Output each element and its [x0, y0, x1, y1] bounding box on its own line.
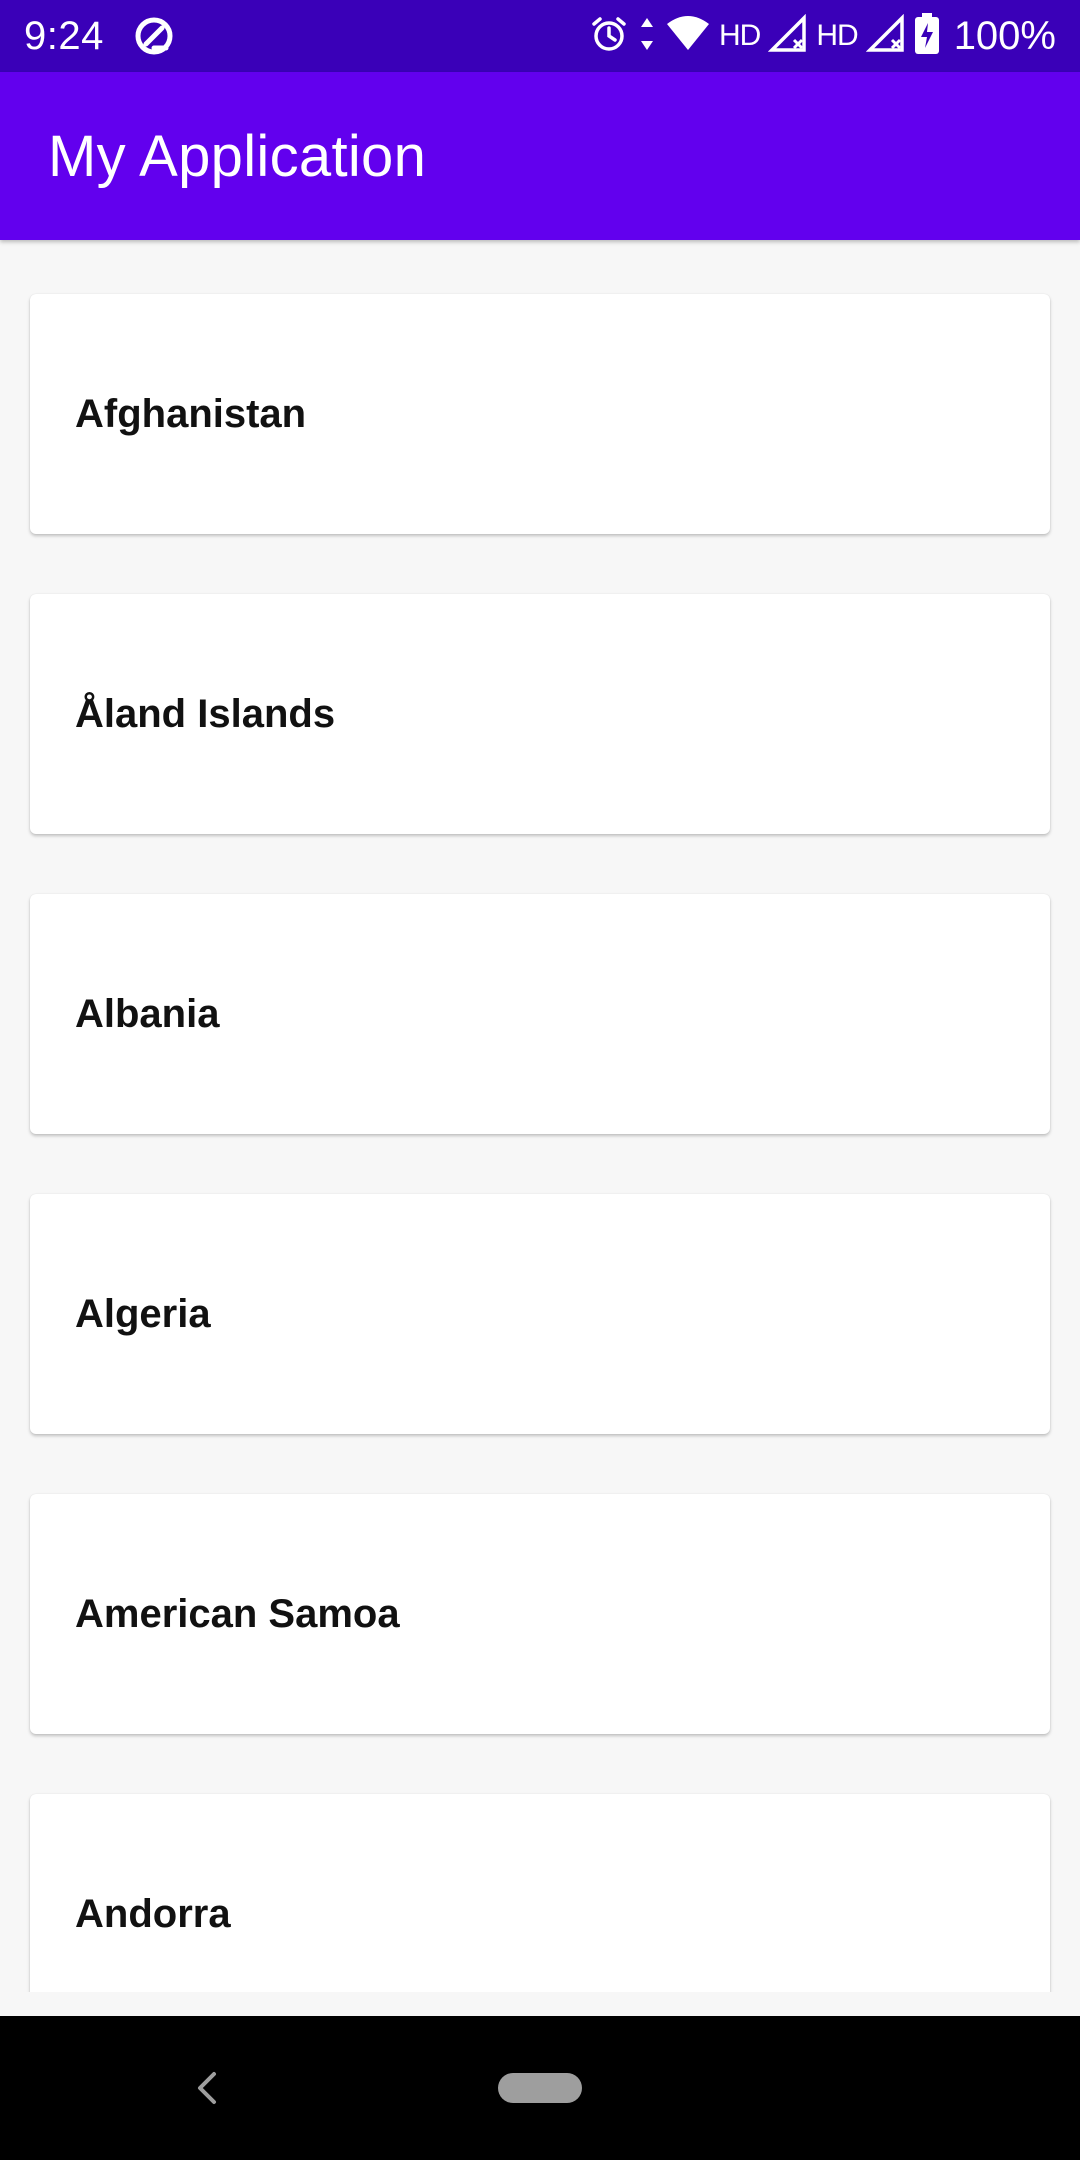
navigation-bar — [0, 2016, 1080, 2160]
list-item-label: Albania — [75, 991, 220, 1036]
country-list[interactable]: Afghanistan Åland Islands Albania Algeri… — [0, 240, 1080, 1992]
home-pill-icon[interactable] — [498, 2073, 582, 2103]
list-item-label: American Samoa — [75, 1591, 400, 1636]
battery-charging-icon — [914, 12, 940, 60]
data-saver-icon — [132, 14, 176, 58]
status-time: 9:24 — [24, 13, 104, 58]
list-item-label: Afghanistan — [75, 391, 307, 436]
list-item[interactable]: Andorra — [30, 1794, 1050, 1992]
signal-icon — [768, 13, 808, 59]
hd-label-1: HD — [719, 19, 761, 52]
list-item-label: Andorra — [75, 1891, 231, 1936]
list-item[interactable]: Algeria — [30, 1194, 1050, 1434]
alarm-icon — [589, 14, 629, 59]
list-item[interactable]: American Samoa — [30, 1494, 1050, 1734]
wifi-icon — [665, 14, 711, 59]
list-item-label: Åland Islands — [75, 691, 336, 736]
status-icons: HD HD 100% — [589, 12, 1056, 60]
list-item[interactable]: Afghanistan — [30, 294, 1050, 534]
app-title: My Application — [48, 123, 427, 189]
list-item-label: Algeria — [75, 1291, 211, 1336]
signal-icon — [865, 13, 906, 59]
back-icon[interactable] — [188, 2068, 228, 2108]
status-bar: 9:24 HD HD 100% — [0, 0, 1080, 72]
app-bar: My Application — [0, 72, 1080, 240]
list-item[interactable]: Albania — [30, 894, 1050, 1134]
data-arrows-icon — [637, 14, 657, 59]
hd-label-2: HD — [816, 19, 858, 52]
battery-percent: 100% — [953, 13, 1056, 58]
list-item[interactable]: Åland Islands — [30, 594, 1050, 834]
